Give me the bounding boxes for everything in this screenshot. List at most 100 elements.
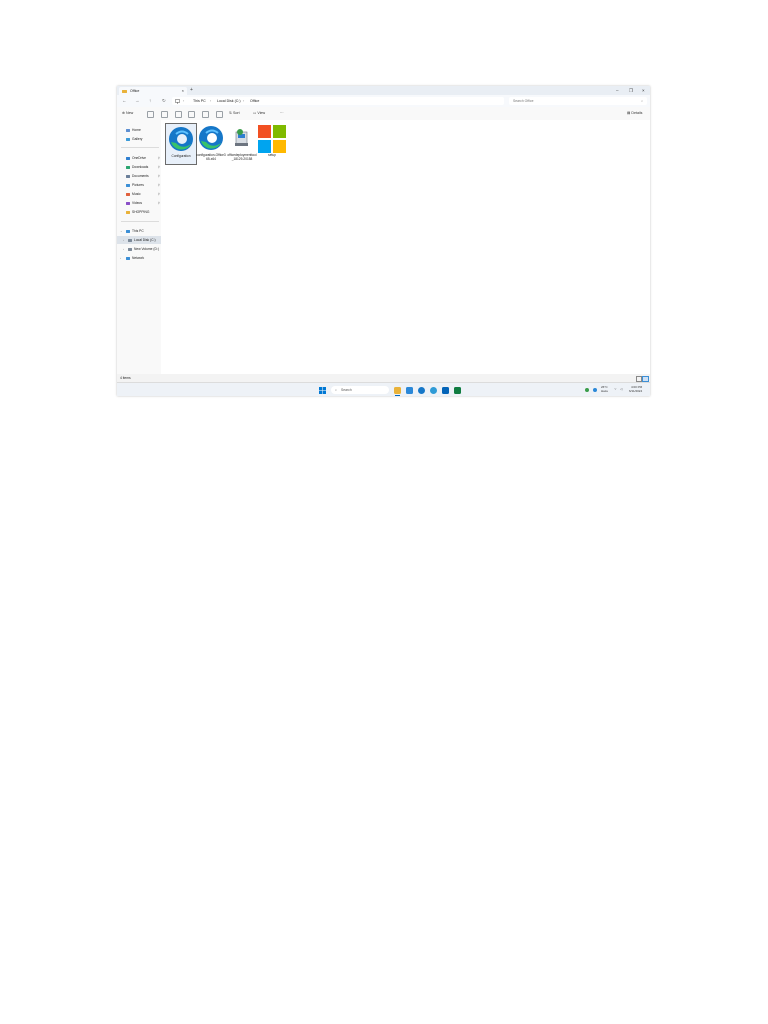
taskbar: ⌕ Search 26°C Haze ⌔ ◁ 4:00 PM 6/11/2024 xyxy=(117,382,650,396)
copy-icon[interactable] xyxy=(161,111,168,118)
more-options-button[interactable]: ··· xyxy=(280,107,284,120)
address-bar: ← → ↑ ↻ › This PC › Local Disk (C:) › Of… xyxy=(117,95,650,107)
network-icon xyxy=(126,256,130,260)
tray-app-icon[interactable] xyxy=(585,388,589,392)
sort-button[interactable]: ⇅ Sort xyxy=(229,107,240,120)
breadcrumb-separator-icon: › xyxy=(183,99,185,103)
rename-icon[interactable] xyxy=(188,111,195,118)
sidebar-item-onedrive[interactable]: OneDrive ⚲ xyxy=(117,154,161,162)
pictures-icon xyxy=(126,183,130,187)
outlook-taskbar-icon[interactable] xyxy=(442,386,449,394)
sidebar-item-downloads[interactable]: Downloads ⚲ xyxy=(117,163,161,171)
edge-icon xyxy=(199,126,223,150)
monitor-icon xyxy=(126,229,130,233)
navigation-pane: Home Gallery OneDrive ⚲ Downloads ⚲ Docu… xyxy=(117,120,161,374)
file-item-configuration[interactable]: Configuration xyxy=(165,123,197,165)
sidebar-item-new-volume[interactable]: › New Volume (D:) xyxy=(117,245,161,253)
chevron-right-icon[interactable]: › xyxy=(120,254,121,262)
file-explorer-taskbar-icon[interactable] xyxy=(394,386,401,394)
sidebar-item-local-disk[interactable]: › Local Disk (C:) xyxy=(117,236,161,244)
tab-close-button[interactable]: × xyxy=(182,87,184,95)
paste-icon[interactable] xyxy=(175,111,182,118)
new-tab-button[interactable]: + xyxy=(190,86,193,95)
breadcrumb-separator-icon: › xyxy=(243,99,245,103)
weather-widget[interactable]: 26°C Haze xyxy=(601,385,609,393)
view-button[interactable]: ▭ View xyxy=(253,107,265,120)
clock-date: 6/11/2024 xyxy=(629,388,643,393)
sidebar-item-gallery[interactable]: Gallery xyxy=(117,135,161,143)
refresh-button[interactable]: ↻ xyxy=(162,95,166,107)
folder-icon xyxy=(126,210,130,214)
details-label: Details xyxy=(631,111,643,115)
cut-icon[interactable] xyxy=(147,111,154,118)
edge-dev-taskbar-icon[interactable] xyxy=(430,386,437,394)
gallery-icon xyxy=(126,137,130,141)
new-plus-icon: ⊕ xyxy=(122,111,126,115)
sidebar-item-shopping[interactable]: SHOPPING xyxy=(117,208,161,216)
pin-icon: ⚲ xyxy=(157,192,160,196)
sidebar-item-music[interactable]: Music ⚲ xyxy=(117,190,161,198)
search-icon: ⌕ xyxy=(641,99,643,103)
edge-taskbar-icon[interactable] xyxy=(418,386,425,394)
sidebar-item-home[interactable]: Home xyxy=(117,126,161,134)
sidebar-divider xyxy=(121,221,159,222)
sidebar-item-label: Network xyxy=(132,256,145,260)
command-bar: ⊕ New ⇅ Sort ▭ View ··· ▤ Details xyxy=(117,107,650,121)
sidebar-item-documents[interactable]: Documents ⚲ xyxy=(117,172,161,180)
file-item-configuration-office365-x64[interactable]: configuration-Office365-x64 xyxy=(196,123,226,163)
close-button[interactable]: × xyxy=(642,86,645,95)
new-button[interactable]: ⊕ New xyxy=(122,107,133,120)
sidebar-item-label: New Volume (D:) xyxy=(134,247,159,251)
breadcrumb-this-pc[interactable]: This PC xyxy=(193,97,206,105)
file-item-setup[interactable]: setup xyxy=(257,123,287,163)
breadcrumb[interactable]: › This PC › Local Disk (C:) › Office xyxy=(172,97,504,105)
search-input[interactable]: Search Office ⌕ xyxy=(509,97,647,105)
defender-taskbar-icon[interactable] xyxy=(406,386,413,394)
sidebar-item-label: OneDrive xyxy=(132,156,146,160)
pin-icon: ⚲ xyxy=(157,156,160,160)
details-button[interactable]: ▤ Details xyxy=(627,107,642,120)
share-icon[interactable] xyxy=(202,111,209,118)
file-item-officedeploymenttool[interactable]: officedeploymenttool_18129-20158 xyxy=(227,123,257,163)
back-button[interactable]: ← xyxy=(122,95,127,107)
wifi-icon[interactable]: ⌔ xyxy=(614,387,617,392)
file-name: setup xyxy=(268,153,276,157)
up-button[interactable]: ↑ xyxy=(149,95,151,107)
sidebar-item-videos[interactable]: Videos ⚲ xyxy=(117,199,161,207)
sidebar-item-label: This PC xyxy=(132,229,144,233)
file-name: Configuration xyxy=(171,154,191,158)
videos-icon xyxy=(126,201,130,205)
breadcrumb-office[interactable]: Office xyxy=(250,97,259,105)
forward-button[interactable]: → xyxy=(135,95,140,107)
weather-desc: Haze xyxy=(601,388,609,393)
clock[interactable]: 4:00 PM 6/11/2024 xyxy=(629,385,643,393)
delete-icon[interactable] xyxy=(216,111,223,118)
minimize-button[interactable]: – xyxy=(616,86,619,95)
tray-app-icon[interactable] xyxy=(593,388,597,392)
sidebar-item-label: Videos xyxy=(132,201,143,205)
breadcrumb-local-disk[interactable]: Local Disk (C:) xyxy=(217,97,241,105)
sidebar-item-pictures[interactable]: Pictures ⚲ xyxy=(117,181,161,189)
file-name: configuration-Office365-x64 xyxy=(196,153,226,161)
search-placeholder: Search Office xyxy=(513,99,534,103)
status-bar: 4 items xyxy=(117,374,650,382)
file-explorer-window: Office × + – ❐ × ← → ↑ ↻ › This PC › Loc… xyxy=(117,86,650,396)
taskbar-search-input[interactable]: ⌕ Search xyxy=(331,386,389,394)
volume-icon[interactable]: ◁ xyxy=(620,387,622,392)
chevron-down-icon[interactable]: ⌄ xyxy=(120,227,123,235)
maximize-button[interactable]: ❐ xyxy=(629,86,633,95)
pin-icon: ⚲ xyxy=(157,174,160,178)
search-icon: ⌕ xyxy=(335,388,337,392)
tab-label: Office xyxy=(130,89,140,93)
downloads-icon xyxy=(126,165,130,169)
windows-start-icon[interactable] xyxy=(319,386,326,394)
pin-icon: ⚲ xyxy=(157,201,160,205)
tab-office[interactable]: Office × xyxy=(119,87,187,95)
chevron-right-icon[interactable]: › xyxy=(123,236,124,244)
excel-taskbar-icon[interactable] xyxy=(454,386,461,394)
view-label: View xyxy=(257,111,266,115)
microsoft-logo-icon xyxy=(258,125,286,153)
sidebar-item-this-pc[interactable]: ⌄ This PC xyxy=(117,227,161,235)
chevron-right-icon[interactable]: › xyxy=(123,245,124,253)
sidebar-item-network[interactable]: › Network xyxy=(117,254,161,262)
